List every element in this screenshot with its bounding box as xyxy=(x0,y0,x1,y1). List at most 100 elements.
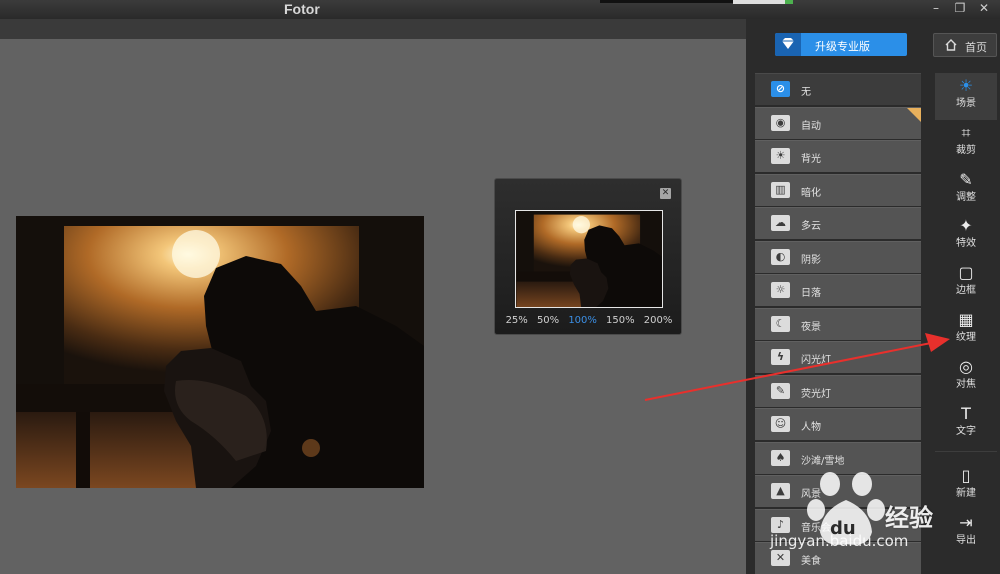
fluorescent-icon: ✎ xyxy=(771,382,790,399)
scene-label: 人物 xyxy=(801,422,821,433)
text-icon: T xyxy=(961,403,971,423)
portrait-icon: ☺ xyxy=(771,416,790,432)
tool-focus[interactable]: ◎ 对焦 xyxy=(935,354,997,401)
canvas-top-strip xyxy=(0,19,746,39)
home-button[interactable]: 首页 xyxy=(933,33,997,57)
scene-label: 背光 xyxy=(801,154,821,165)
shadow-icon: ◐ xyxy=(771,248,790,265)
window-controls: – ❐ ✕ xyxy=(926,1,994,17)
backlight-icon: ☀ xyxy=(771,148,790,164)
tool-label: 文字 xyxy=(956,425,976,437)
zoom-option[interactable]: 50% xyxy=(537,315,559,326)
scene-item[interactable]: ✎ 荧光灯 xyxy=(755,374,921,407)
scene-label: 美食 xyxy=(801,556,821,567)
tool-effects-sparkle[interactable]: ✦ 特效 xyxy=(935,213,997,260)
navigator-thumbnail[interactable] xyxy=(515,210,663,308)
pro-corner-badge xyxy=(907,107,921,122)
scene-item[interactable]: ☺ 人物 xyxy=(755,408,921,440)
flash-icon: ϟ xyxy=(771,349,790,365)
minimize-button[interactable]: – xyxy=(926,1,946,17)
watermark-url: jingyan.baidu.com xyxy=(770,532,909,550)
texture-icon: ▦ xyxy=(958,309,974,329)
scene-item[interactable]: ♠ 沙滩/雪地 xyxy=(755,441,921,474)
home-label: 首页 xyxy=(965,41,987,54)
tool-label: 裁剪 xyxy=(956,144,976,156)
tool-crop[interactable]: ⌗ 裁剪 xyxy=(935,120,997,167)
navigator-thumbnail-image xyxy=(516,211,662,307)
adjust-pencil-icon: ✎ xyxy=(959,169,973,189)
scene-label: 荧光灯 xyxy=(801,388,831,400)
watermark-brand: 经验 xyxy=(885,504,933,532)
close-button[interactable]: ✕ xyxy=(974,1,994,17)
tool-scene[interactable]: ☀ 场景 xyxy=(935,73,997,120)
scene-item[interactable]: ▥ 暗化 xyxy=(755,173,921,206)
scene-label: 夜景 xyxy=(801,321,821,333)
scene-item[interactable]: ☼ 日落 xyxy=(755,274,921,306)
food-icon: ✕ xyxy=(771,550,790,566)
tool-frame[interactable]: ▢ 边框 xyxy=(935,260,997,307)
home-icon xyxy=(944,38,958,55)
tool-separator xyxy=(935,451,997,463)
tool-text[interactable]: T 文字 xyxy=(935,401,997,448)
zoom-option[interactable]: 100% xyxy=(568,315,597,326)
tool-texture[interactable]: ▦ 纹理 xyxy=(935,307,997,354)
zoom-options: 25% 50% 100% 150% 200% xyxy=(495,315,683,326)
tool-label: 纹理 xyxy=(956,331,976,343)
landscape-icon: ▲ xyxy=(771,483,790,499)
scene-label: 阴影 xyxy=(801,254,821,266)
none-icon: ⊘ xyxy=(771,81,790,97)
night-icon: ☾ xyxy=(771,315,790,332)
zoom-option[interactable]: 150% xyxy=(606,315,635,326)
effects-sparkle-icon: ✦ xyxy=(959,216,973,236)
tool-label: 场景 xyxy=(956,98,976,109)
tool-export[interactable]: ⇥ 导出 xyxy=(935,510,997,557)
scene-label: 自动 xyxy=(801,120,821,132)
export-icon: ⇥ xyxy=(959,513,973,533)
zoom-option[interactable]: 25% xyxy=(506,315,528,326)
cloud-icon: ☁ xyxy=(771,215,790,231)
scene-label: 风景 xyxy=(801,489,821,500)
scene-item[interactable]: ☾ 夜景 xyxy=(755,307,921,340)
tool-new-file[interactable]: ▯ 新建 xyxy=(935,463,997,510)
navigator-close-button[interactable]: ✕ xyxy=(660,188,671,199)
upgrade-pro-button[interactable]: 升级专业版 xyxy=(775,33,907,56)
darken-icon: ▥ xyxy=(771,181,790,198)
silhouette-photo-image xyxy=(16,216,424,488)
scene-label: 闪光灯 xyxy=(801,355,831,366)
crop-icon: ⌗ xyxy=(961,122,971,142)
beach-icon: ♠ xyxy=(771,449,790,466)
focus-icon: ◎ xyxy=(959,356,973,376)
tool-label: 边框 xyxy=(956,285,976,297)
scene-item[interactable]: ⊘ 无 xyxy=(755,73,921,105)
diamond-icon xyxy=(775,33,801,56)
scene-item[interactable]: ☀ 背光 xyxy=(755,140,921,172)
scene-label: 日落 xyxy=(801,288,821,299)
frame-icon: ▢ xyxy=(958,263,974,283)
restore-button[interactable]: ❐ xyxy=(950,1,970,17)
scene-item[interactable]: ◐ 阴影 xyxy=(755,240,921,273)
upgrade-pro-label: 升级专业版 xyxy=(815,40,870,53)
scene-item[interactable]: ◉ 自动 xyxy=(755,106,921,139)
navigator-panel: ✕ 25% 50% 100% 150% 200% xyxy=(494,178,682,335)
tool-adjust-pencil[interactable]: ✎ 调整 xyxy=(935,167,997,214)
concert-icon: ♪ xyxy=(771,516,790,533)
scene-icon: ☀ xyxy=(958,76,974,95)
scene-label: 无 xyxy=(801,87,811,98)
zoom-option[interactable]: 200% xyxy=(644,315,673,326)
fotor-window: Fotor – ❐ ✕ ✕ 25% 50% 100% 150% 200% 升级专… xyxy=(0,0,1000,574)
tool-label: 调整 xyxy=(956,191,976,203)
scene-item[interactable]: ϟ 闪光灯 xyxy=(755,341,921,373)
external-window-edge-green xyxy=(785,0,793,4)
tool-label: 导出 xyxy=(956,535,976,547)
main-photo[interactable] xyxy=(16,216,424,488)
camera-icon: ◉ xyxy=(771,114,790,131)
scene-item[interactable]: ☁ 多云 xyxy=(755,207,921,239)
tool-label: 新建 xyxy=(956,488,976,500)
tool-label: 对焦 xyxy=(956,378,976,390)
external-window-edge-light xyxy=(733,0,793,4)
title-bar: Fotor – ❐ ✕ xyxy=(0,0,1000,19)
tool-label: 特效 xyxy=(956,238,976,250)
sunset-icon: ☼ xyxy=(771,282,790,298)
scene-label: 沙滩/雪地 xyxy=(801,455,845,467)
new-file-icon: ▯ xyxy=(961,466,971,486)
